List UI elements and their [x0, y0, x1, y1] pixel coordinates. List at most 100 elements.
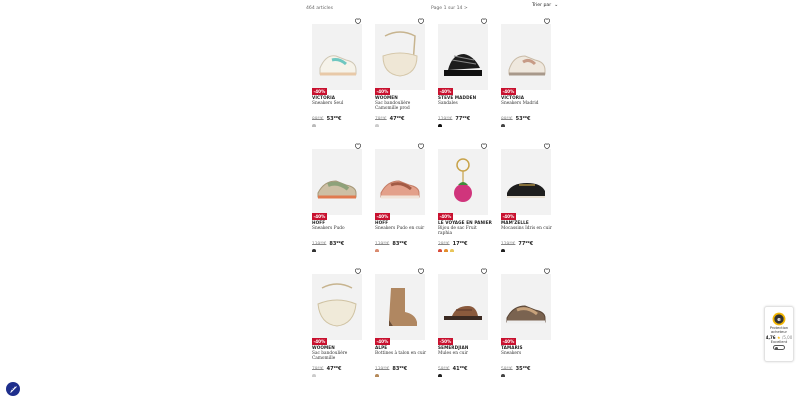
price-block: 89⁹⁹€ 53⁹⁹€: [312, 116, 341, 122]
color-swatch[interactable]: [501, 124, 505, 127]
product-image[interactable]: [501, 149, 551, 215]
pagination-info[interactable]: Page 1 sur 14 >: [431, 6, 468, 11]
old-price: 139⁹⁹€: [375, 367, 390, 372]
price-block: 79⁹⁹€ 47⁹⁹€: [375, 116, 404, 122]
color-swatch[interactable]: [438, 249, 442, 252]
product-card[interactable]: -40% TAMARIS Sneakers 59⁹⁹€ 35⁹⁹€: [497, 264, 553, 384]
product-card[interactable]: -40% MAM'ZELLE Mocassins Idris en cuir 129⁹…: [497, 139, 553, 259]
heart-icon[interactable]: [543, 392, 551, 400]
color-swatch[interactable]: [501, 374, 505, 377]
product-name[interactable]: Sneakers Pudo en cuir: [375, 226, 429, 231]
sort-dropdown[interactable]: Trier par ⌄: [532, 2, 559, 9]
old-price: 79⁹⁹€: [312, 367, 324, 372]
color-swatch[interactable]: [375, 249, 379, 252]
sale-price: 53⁹⁹€: [515, 116, 531, 122]
sale-price: 83⁹⁹€: [329, 241, 345, 247]
product-name[interactable]: Sneakers Seul: [312, 101, 366, 106]
color-swatch[interactable]: [312, 249, 316, 252]
discount-badge: -40%: [375, 88, 390, 95]
color-swatches: [312, 249, 316, 252]
color-swatch[interactable]: [312, 124, 316, 127]
color-swatch[interactable]: [501, 249, 505, 252]
color-swatch[interactable]: [438, 124, 442, 127]
trust-rating-text: Excellent: [770, 340, 788, 344]
color-swatches: [501, 124, 505, 127]
sneaker-bronze-icon: [501, 274, 551, 340]
product-card[interactable]: -40% WOOMEN Sac bandoulière Camomille 79⁹⁹€…: [308, 264, 364, 384]
chevron-down-icon: ⌄: [554, 2, 559, 8]
heart-icon[interactable]: [417, 392, 425, 400]
product-image[interactable]: [312, 24, 362, 90]
trust-toggle[interactable]: [773, 345, 785, 350]
product-card[interactable]: -40% LE VOYAGE EN PANIER Bijou de sac Frui…: [434, 139, 492, 259]
product-brand: MAM'ZELLE: [501, 220, 529, 225]
mule-icon: [438, 274, 488, 340]
heart-icon[interactable]: [353, 392, 361, 400]
price-block: 59⁹⁹€ 35⁹⁹€: [501, 366, 530, 372]
product-brand: HOFF: [312, 220, 326, 225]
product-name[interactable]: Bottines à talon en cuir: [375, 351, 429, 356]
product-image[interactable]: [438, 274, 488, 340]
color-swatch[interactable]: [375, 124, 379, 127]
discount-badge: -40%: [312, 338, 327, 345]
product-name[interactable]: Sac bandoulière Camomille: [312, 351, 366, 361]
product-card[interactable]: -40% STEVE MADDEN Sandales 129⁹⁹€ 77⁹⁹€: [434, 14, 490, 134]
product-name[interactable]: Mocassins Idris en cuir: [501, 226, 555, 231]
product-image[interactable]: [438, 24, 488, 90]
product-card[interactable]: -40% HOFF Sneakers Pudo en cuir 139⁹⁹€ 83⁹⁹€: [371, 139, 427, 259]
color-swatch[interactable]: [375, 374, 379, 377]
product-image[interactable]: [501, 24, 551, 90]
old-price: 89⁹⁹€: [312, 117, 324, 122]
product-name[interactable]: Sandales: [438, 101, 492, 106]
color-swatches: [312, 124, 316, 127]
product-brand: ALPE: [375, 345, 388, 350]
product-image[interactable]: [312, 274, 362, 340]
product-name[interactable]: Sac bandoulière Camomille prod: [375, 101, 429, 111]
color-swatches: [375, 124, 379, 127]
product-card[interactable]: -40% WOOMEN Sac bandoulière Camomille prod…: [371, 14, 427, 134]
product-image[interactable]: [312, 149, 362, 215]
color-swatch[interactable]: [438, 374, 442, 377]
product-image[interactable]: [375, 274, 425, 340]
sale-price: 47⁹⁹€: [326, 366, 342, 372]
color-swatches: [438, 249, 454, 252]
accessibility-button[interactable]: [6, 382, 20, 396]
color-swatch[interactable]: [444, 249, 448, 252]
discount-badge: -40%: [501, 338, 516, 345]
sale-price: 53⁹⁹€: [326, 116, 342, 122]
color-swatches: [375, 374, 379, 377]
loafer-icon: [501, 149, 551, 215]
discount-badge: -40%: [375, 213, 390, 220]
product-name[interactable]: Mules en cuir: [438, 351, 492, 356]
old-price: 59⁹⁹€: [501, 367, 513, 372]
product-card[interactable]: -40% VICTORIA Sneakers Madrid 89⁹⁹€ 53⁹⁹€: [497, 14, 553, 134]
product-image[interactable]: [375, 24, 425, 90]
color-swatches: [501, 249, 505, 252]
product-brand: STEVE MADDEN: [438, 95, 477, 100]
product-card[interactable]: -40% HOFF Sneakers Pudo 139⁹⁹€ 83⁹⁹€: [308, 139, 364, 259]
trusted-shops-badge[interactable]: e Protection acheteur 4,76 ★ /5,00 Excel…: [764, 306, 794, 362]
sale-price: 47⁹⁹€: [389, 116, 405, 122]
discount-badge: -40%: [312, 88, 327, 95]
product-name[interactable]: Bijou de sac Fruit raphia: [438, 226, 492, 236]
product-name[interactable]: Sneakers Pudo: [312, 226, 366, 231]
product-card[interactable]: -40% ALPE Bottines à talon en cuir 139⁹⁹€ 83…: [371, 264, 427, 384]
color-swatches: [501, 374, 505, 377]
crossbody-bag-icon: [375, 24, 425, 90]
product-image[interactable]: [501, 274, 551, 340]
sneaker-green-icon: [312, 149, 362, 215]
product-name[interactable]: Sneakers: [501, 351, 555, 356]
discount-badge: -40%: [501, 213, 516, 220]
product-name[interactable]: Sneakers Madrid: [501, 101, 555, 106]
price-block: 29⁹⁹€ 17⁹⁹€: [438, 241, 467, 247]
product-brand: HOFF: [375, 220, 389, 225]
product-card[interactable]: -50% SEMERDJIAN Mules en cuir 59⁹⁹€ 41⁹⁹€: [434, 264, 490, 384]
color-swatch[interactable]: [312, 374, 316, 377]
product-image[interactable]: [375, 149, 425, 215]
color-swatch[interactable]: [450, 249, 454, 252]
product-card[interactable]: -40% VICTORIA Sneakers Seul 89⁹⁹€ 53⁹⁹€: [308, 14, 364, 134]
heart-icon[interactable]: [480, 392, 488, 400]
product-image[interactable]: [438, 149, 488, 215]
discount-badge: -40%: [375, 338, 390, 345]
sale-price: 77⁹⁹€: [518, 241, 534, 247]
